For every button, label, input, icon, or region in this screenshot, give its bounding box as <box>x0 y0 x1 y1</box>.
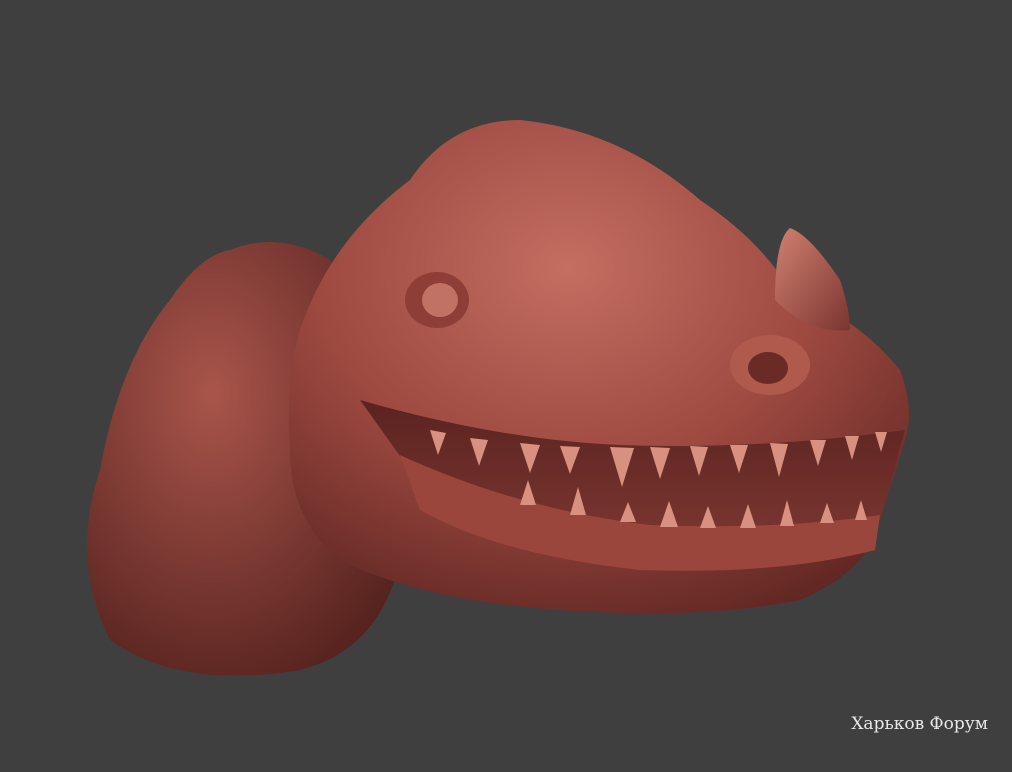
eye <box>405 272 469 328</box>
nostril <box>730 335 810 395</box>
dinosaur-sculpt-render <box>87 120 909 676</box>
watermark: Харьков Форум <box>851 714 988 734</box>
